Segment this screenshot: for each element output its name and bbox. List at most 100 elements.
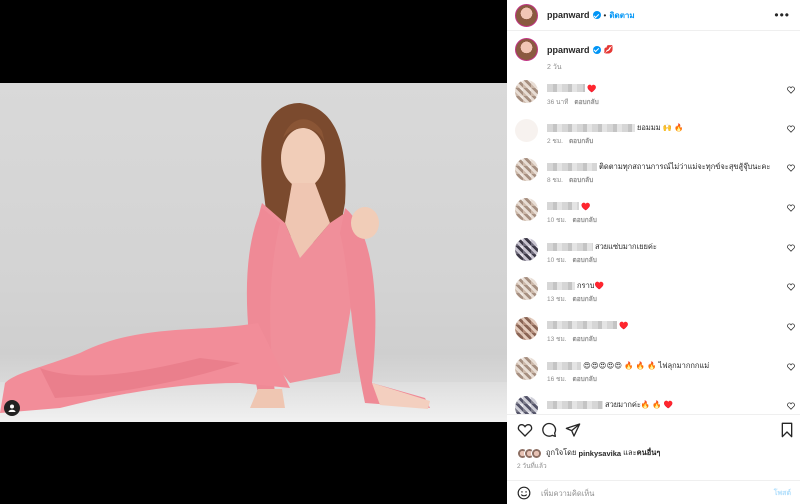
like-comment-icon[interactable] <box>787 125 795 133</box>
like-comment-icon[interactable] <box>787 363 795 371</box>
comment-meta: 13 ชม. ตอบกลับ <box>547 334 597 344</box>
avatar[interactable] <box>515 3 538 27</box>
comment-body: ♥️ <box>547 320 628 330</box>
commenter-avatar[interactable] <box>515 198 538 221</box>
comment-time: 8 ชม. <box>547 177 563 184</box>
more-options-icon[interactable]: ••• <box>774 8 790 22</box>
comment-icon[interactable] <box>541 422 557 438</box>
comment-time: 10 ชม. <box>547 257 567 264</box>
comment-item: กราบ♥️ 13 ชม. ตอบกลับ <box>515 275 797 305</box>
commenter-name[interactable] <box>547 362 581 370</box>
comment-meta: 16 ชม. ตอบกลับ <box>547 374 597 384</box>
comment-item: ยอมมม 🙌 🔥 2 ชม. ตอบกลับ <box>515 117 797 147</box>
commenter-name[interactable] <box>547 163 597 171</box>
comment-meta: 36 นาที ตอบกลับ <box>547 97 599 107</box>
likes-and: และ <box>623 448 637 457</box>
commenter-name[interactable] <box>547 401 603 409</box>
comment-time: 10 ชม. <box>547 217 567 224</box>
like-comment-icon[interactable] <box>787 402 795 410</box>
comment-time: 2 ชม. <box>547 138 563 145</box>
commenter-name[interactable] <box>547 243 593 251</box>
like-comment-icon[interactable] <box>787 283 795 291</box>
verified-icon <box>592 11 601 19</box>
comment-time: 13 ชม. <box>547 336 567 343</box>
like-comment-icon[interactable] <box>787 244 795 252</box>
comment-meta: 10 ชม. ตอบกลับ <box>547 255 597 265</box>
commenter-avatar[interactable] <box>515 317 538 340</box>
reply-button[interactable]: ตอบกลับ <box>569 177 593 184</box>
like-comment-icon[interactable] <box>787 204 795 212</box>
comment-input[interactable] <box>541 487 761 499</box>
commenter-name[interactable] <box>547 282 575 290</box>
reply-button[interactable]: ตอบกลับ <box>573 257 597 264</box>
commenter-avatar[interactable] <box>515 277 538 300</box>
comment-text: 😍😍😍😍😍 🔥 🔥 🔥 ไฟลุกมากกกแม่ <box>583 361 710 370</box>
comment-body: กราบ♥️ <box>547 280 604 292</box>
post-photo[interactable] <box>0 83 507 422</box>
reply-button[interactable]: ตอบกลับ <box>574 99 598 106</box>
comment-item: ติดตามทุกสถานการณ์ไม่ว่าแม่จะทุกข์จะสุขส… <box>515 156 797 186</box>
follow-button[interactable]: ติดตาม <box>609 9 634 22</box>
comment-item: ♥️ 13 ชม. ตอบกลับ <box>515 315 797 345</box>
like-comment-icon[interactable] <box>787 86 795 94</box>
reply-button[interactable]: ตอบกลับ <box>573 376 597 383</box>
separator-dot: • <box>603 10 607 20</box>
emoji-icon[interactable] <box>517 486 531 500</box>
liker-username[interactable]: pinkysavika <box>579 449 622 458</box>
verified-icon <box>592 45 601 54</box>
caption-username[interactable]: ppanward <box>547 45 590 55</box>
commenter-name[interactable] <box>547 84 585 93</box>
comment-body: ติดตามทุกสถานการณ์ไม่ว่าแม่จะทุกข์จะสุขส… <box>547 161 770 173</box>
comment-text: สวยมากค่ะ🔥 🔥 ♥️ <box>605 400 674 409</box>
commenter-avatar[interactable] <box>515 357 538 380</box>
likes-prefix: ถูกใจโดย <box>546 448 577 457</box>
person-tag-icon[interactable] <box>4 400 20 416</box>
comment-time: 16 ชม. <box>547 376 567 383</box>
comment-item: ♥️ 10 ชม. ตอบกลับ <box>515 196 797 226</box>
comment-item: สวยมากค่ะ🔥 🔥 ♥️ <box>515 394 797 414</box>
bookmark-icon[interactable] <box>779 422 795 438</box>
commenter-avatar[interactable] <box>515 238 538 261</box>
comment-body: ♥️ <box>547 83 596 93</box>
heart-icon[interactable] <box>517 422 533 438</box>
like-comment-icon[interactable] <box>787 164 795 172</box>
comment-list[interactable]: ♥️ 36 นาที ตอบกลับ ยอมมม 🙌 🔥 2 ชม. ตอบกลับ… <box>507 78 800 414</box>
reply-button[interactable]: ตอบกลับ <box>573 336 597 343</box>
commenter-avatar[interactable] <box>515 119 538 142</box>
comment-body: 😍😍😍😍😍 🔥 🔥 🔥 ไฟลุกมากกกแม่ <box>547 360 709 372</box>
commenter-name[interactable] <box>547 321 617 330</box>
post-comment-button[interactable]: โพสต์ <box>774 488 791 499</box>
reply-button[interactable]: ตอบกลับ <box>569 138 593 145</box>
comment-text: กราบ♥️ <box>577 281 604 290</box>
comment-meta: 2 ชม. ตอบกลับ <box>547 136 593 146</box>
comment-text: สวยแซ่บมากเยยค่ะ <box>595 242 657 251</box>
add-comment-bar: โพสต์ <box>507 480 800 504</box>
commenter-name[interactable] <box>547 202 579 211</box>
commenter-avatar[interactable] <box>515 80 538 103</box>
commenter-avatar[interactable] <box>515 396 538 414</box>
post-media <box>0 0 507 504</box>
comment-meta: 8 ชม. ตอบกลับ <box>547 175 593 185</box>
comment-text: ♥️ <box>581 201 591 211</box>
comment-body: สวยแซ่บมากเยยค่ะ <box>547 241 657 253</box>
likes-summary: ถูกใจโดย pinkysavika และ คนอื่นๆ <box>517 447 660 459</box>
action-icons <box>517 422 793 440</box>
reply-button[interactable]: ตอบกลับ <box>573 217 597 224</box>
commenter-name[interactable] <box>547 124 635 132</box>
comment-text: ยอมมม 🙌 🔥 <box>637 123 684 132</box>
header-username[interactable]: ppanward <box>547 10 590 20</box>
comment-item: สวยแซ่บมากเยยค่ะ 10 ชม. ตอบกลับ <box>515 236 797 266</box>
post-date[interactable]: 2 วันที่แล้ว <box>517 461 547 471</box>
post-header: ppanward • ติดตาม ••• <box>507 0 800 31</box>
liker-avatar[interactable] <box>531 447 542 459</box>
likes-others-link[interactable]: คนอื่นๆ <box>637 447 661 459</box>
comment-time: 36 นาที <box>547 99 569 106</box>
reply-button[interactable]: ตอบกลับ <box>573 296 597 303</box>
comment-body: สวยมากค่ะ🔥 🔥 ♥️ <box>547 399 673 411</box>
caption-avatar[interactable] <box>515 38 538 61</box>
like-comment-icon[interactable] <box>787 323 795 331</box>
comment-item: ♥️ 36 นาที ตอบกลับ <box>515 78 797 108</box>
share-icon[interactable] <box>565 422 581 438</box>
commenter-avatar[interactable] <box>515 158 538 181</box>
model-figure <box>0 103 430 413</box>
